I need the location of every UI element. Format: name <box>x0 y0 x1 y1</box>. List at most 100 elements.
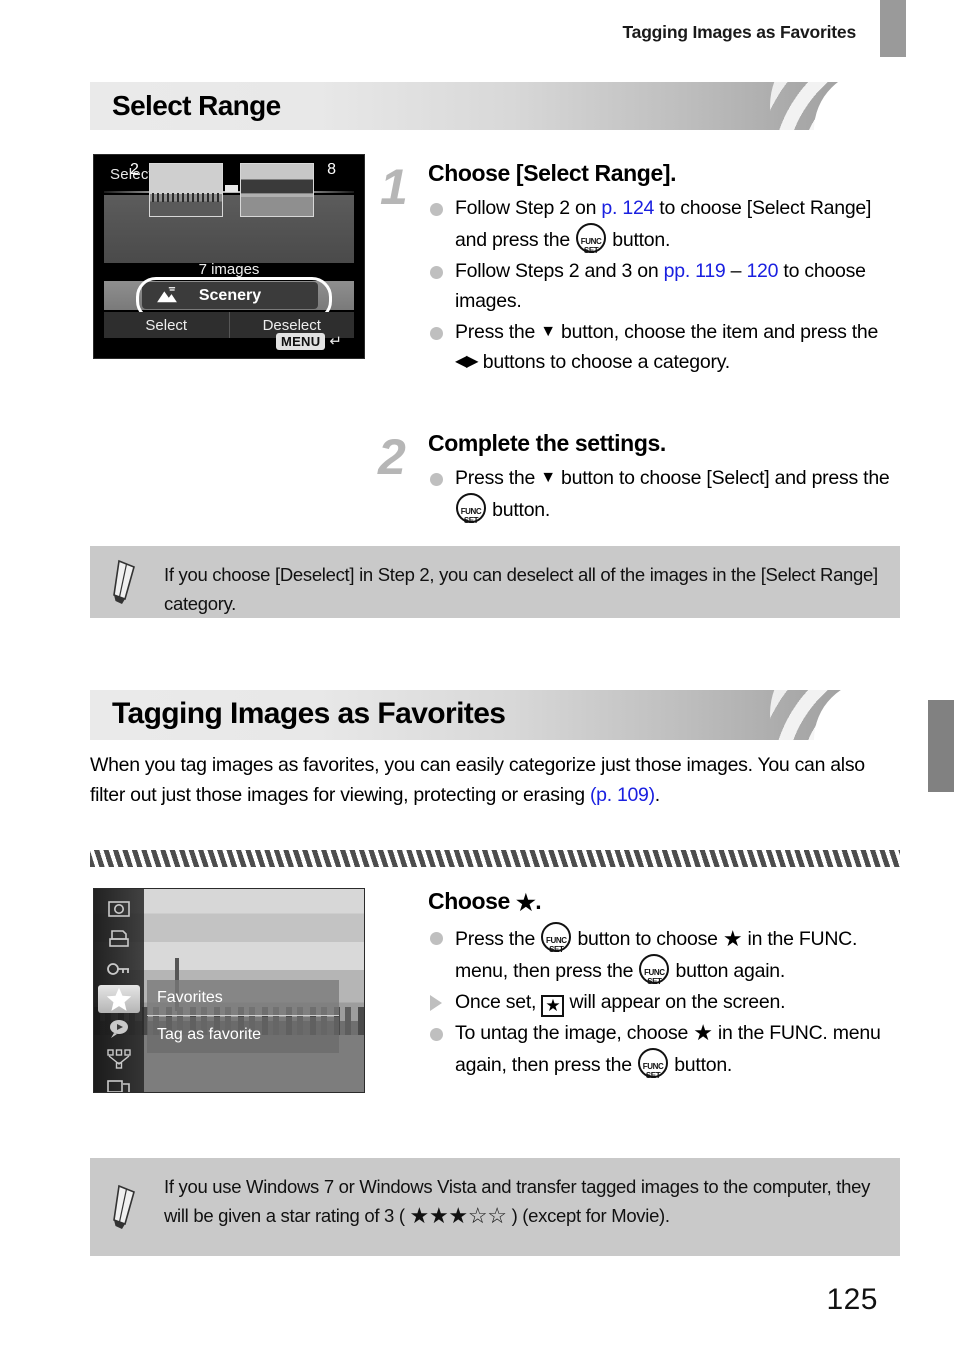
left-right-arrow-icon: ◀▶ <box>455 353 479 370</box>
step-2-block: 2 Complete the settings. Press the ▼ but… <box>378 430 900 526</box>
star-empty-icon: ☆ <box>487 1203 507 1228</box>
hatched-divider <box>90 850 900 867</box>
intro-text-part: When you tag images as favorites, you ca… <box>90 754 865 806</box>
intro-paragraph: When you tag images as favorites, you ca… <box>90 750 890 810</box>
step-1-block: 1 Choose [Select Range]. Follow Step 2 o… <box>380 160 900 378</box>
page-link[interactable]: (p. 109) <box>590 784 655 806</box>
camera-screen-favorites: Favorites Tag as favorite <box>93 888 365 1093</box>
protect-key-icon[interactable] <box>98 955 140 983</box>
star-empty-icon: ☆ <box>467 1203 488 1228</box>
favorites-star-icon[interactable] <box>98 985 140 1013</box>
section-heading-tagging-favorites: Tagging Images as Favorites <box>90 690 900 740</box>
print-icon[interactable] <box>98 925 140 953</box>
note-text: If you use Windows 7 or Windows Vista an… <box>164 1172 882 1230</box>
step-2-number: 2 <box>378 429 406 485</box>
func-set-icon: FUNC SET <box>639 954 670 986</box>
bullet-text-part: Press the <box>455 467 541 489</box>
list-item: Once set, ★ will appear on the screen. <box>428 987 904 1017</box>
range-start-number: 2 <box>130 161 139 178</box>
page-number: 125 <box>826 1283 878 1316</box>
page-link[interactable]: pp. 119 <box>664 260 726 282</box>
list-item: Follow Steps 2 and 3 on pp. 119 – 120 to… <box>428 256 900 316</box>
bullet-text-part: Press the <box>455 928 541 950</box>
section-title: Select Range <box>112 90 281 121</box>
bullet-text-part: Follow Steps 2 and 3 on <box>455 260 664 282</box>
range-image-count: 7 images <box>198 261 260 278</box>
step-1-bullets: Follow Step 2 on p. 124 to choose [Selec… <box>428 193 900 377</box>
bullet-dot-icon <box>430 473 443 486</box>
func-set-icon: FUNC SET <box>576 223 607 255</box>
rotate-icon[interactable] <box>98 895 140 923</box>
bullet-text-part: Press the <box>455 321 541 343</box>
step-1-number: 1 <box>380 159 408 215</box>
star-boxed-icon: ★ <box>541 995 565 1017</box>
section-heading-select-range: Select Range <box>90 82 900 130</box>
pencil-icon <box>113 1184 135 1229</box>
bullet-text-part: button again. <box>670 960 786 982</box>
bullet-text-part: will appear on the screen. <box>564 991 786 1013</box>
list-item: Press the ▼ button to choose [Select] an… <box>428 463 900 525</box>
page-link[interactable]: 120 <box>746 260 778 282</box>
star-filled-icon: ★ <box>409 1203 430 1228</box>
bullet-text-part: Follow Step 2 on <box>455 197 602 219</box>
note-text-part: ) (except for Movie). <box>506 1205 671 1226</box>
bullet-text-part: To untag the image, choose <box>455 1022 694 1044</box>
bullet-text-part: – <box>725 260 747 282</box>
bullet-dot-icon <box>430 327 443 340</box>
star-filled-icon: ★ <box>722 926 743 951</box>
star-filled-icon: ★ <box>515 890 536 915</box>
camera-screen-select-range: Select Range 2 8 7 images Scenery Select… <box>93 154 365 359</box>
page-link[interactable]: p. 124 <box>601 197 654 219</box>
choose-star-title: Choose ★. <box>428 888 904 916</box>
note-text: If you choose [Deselect] in Step 2, you … <box>164 564 878 614</box>
func-set-icon: FUNC SET <box>541 922 572 954</box>
bullet-triangle-icon <box>430 995 442 1011</box>
step-2-bullets: Press the ▼ button to choose [Select] an… <box>428 463 900 525</box>
star-filled-icon: ★ <box>428 1203 449 1228</box>
func-set-icon: FUNC SET <box>638 1048 669 1080</box>
step-2-title: Complete the settings. <box>428 430 666 456</box>
list-item: Press the FUNC SET button to choose ★ in … <box>428 922 904 986</box>
title-text-part: . <box>535 888 542 914</box>
bullet-text-part: Once set, <box>455 991 542 1013</box>
bullet-text-part: button. <box>487 499 551 521</box>
bullet-dot-icon <box>430 932 443 945</box>
pencil-icon <box>113 559 135 604</box>
range-start-thumbnail <box>149 163 223 217</box>
func-menu-sidebar <box>94 889 144 1092</box>
title-text-part: Choose <box>428 888 516 914</box>
bullet-text-part: button to choose <box>572 928 723 950</box>
menu-return-arrow-icon: ↵ <box>329 333 342 350</box>
category-icon[interactable] <box>98 1045 140 1073</box>
bullet-dot-icon <box>430 266 443 279</box>
down-arrow-icon: ▼ <box>540 469 556 486</box>
range-end-thumbnail <box>240 163 314 217</box>
func-menu-title: Favorites <box>147 980 339 1016</box>
star-filled-icon: ★ <box>693 1020 713 1045</box>
note-box-star-rating: If you use Windows 7 or Windows Vista an… <box>90 1158 900 1256</box>
bullet-text-part: button. <box>607 229 671 251</box>
sound-memo-icon[interactable] <box>98 1015 140 1043</box>
down-arrow-icon: ▼ <box>540 323 556 340</box>
section-title: Tagging Images as Favorites <box>112 697 506 730</box>
range-end-number: 8 <box>327 161 336 178</box>
menu-hint: MENU ↵ <box>275 332 342 350</box>
bullet-text-part: button, choose the item and press the <box>555 321 879 343</box>
star-filled-icon: ★ <box>448 1203 468 1228</box>
edge-tab-marker-top <box>880 0 906 57</box>
choose-star-block: Choose ★. Press the FUNC SET button to ch… <box>428 888 904 1081</box>
func-menu-item-tag-as-favorite[interactable]: Tag as favorite <box>147 1017 339 1053</box>
range-dash-icon <box>225 185 238 192</box>
step-1-title: Choose [Select Range]. <box>428 160 677 186</box>
bullet-dot-icon <box>430 1028 443 1041</box>
bullet-text-part: button. <box>669 1054 733 1076</box>
running-header: Tagging Images as Favorites <box>622 22 856 42</box>
select-button[interactable]: Select <box>104 312 229 338</box>
screen-range-area <box>104 195 354 263</box>
bullet-text-part: buttons to choose a category. <box>477 351 730 373</box>
func-set-icon: FUNC SET <box>456 493 486 525</box>
choose-star-bullets: Press the FUNC SET button to choose ★ in … <box>428 922 904 1080</box>
intro-text-part: . <box>654 784 660 806</box>
transition-icon[interactable] <box>98 1075 140 1092</box>
bullet-dot-icon <box>430 203 443 216</box>
